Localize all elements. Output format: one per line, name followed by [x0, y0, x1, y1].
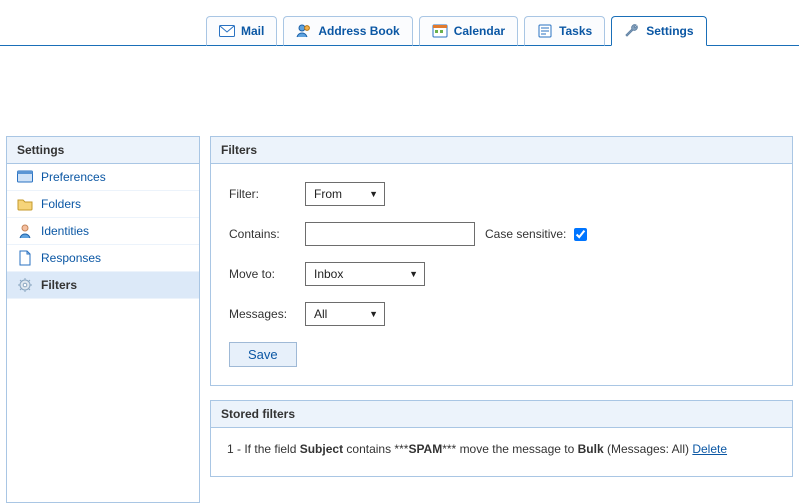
- rule-match: SPAM: [408, 442, 442, 456]
- move-to-value: Inbox: [314, 267, 343, 281]
- filters-card: Filters Filter: From Contains: Case sens…: [210, 136, 793, 386]
- tasks-icon: [537, 23, 553, 39]
- document-icon: [17, 250, 33, 266]
- address-book-icon: [296, 23, 312, 39]
- mail-icon: [219, 24, 235, 38]
- gear-icon: [17, 277, 33, 293]
- rule-mid2: *** move the message to: [442, 442, 577, 456]
- calendar-icon: [432, 23, 448, 39]
- wrench-icon: [624, 23, 640, 39]
- tab-calendar-label: Calendar: [454, 24, 505, 38]
- filter-field-select[interactable]: From: [305, 182, 385, 206]
- tab-address-book[interactable]: Address Book: [283, 16, 412, 46]
- sidebar-item-label: Preferences: [41, 170, 106, 184]
- moveto-label: Move to:: [229, 267, 305, 281]
- stored-filter-row: 1 - If the field Subject contains ***SPA…: [211, 428, 792, 476]
- save-button[interactable]: Save: [229, 342, 297, 367]
- messages-value: All: [314, 307, 327, 321]
- case-sensitive-checkbox[interactable]: [574, 228, 587, 241]
- rule-target: Bulk: [578, 442, 604, 456]
- filter-label: Filter:: [229, 187, 305, 201]
- tab-settings-label: Settings: [646, 24, 693, 38]
- sidebar-item-responses[interactable]: Responses: [7, 245, 199, 272]
- tab-tasks-label: Tasks: [559, 24, 592, 38]
- move-to-select[interactable]: Inbox: [305, 262, 425, 286]
- content-area: Filters Filter: From Contains: Case sens…: [210, 136, 793, 503]
- folder-icon: [17, 196, 33, 212]
- sidebar-item-label: Folders: [41, 197, 81, 211]
- case-sensitive-label: Case sensitive:: [485, 227, 566, 241]
- messages-select[interactable]: All: [305, 302, 385, 326]
- delete-filter-link[interactable]: Delete: [692, 442, 727, 456]
- rule-prefix: - If the field: [234, 442, 300, 456]
- tab-mail[interactable]: Mail: [206, 16, 277, 46]
- top-tabbar: Mail Address Book Calendar Tasks Setting…: [0, 0, 799, 46]
- tab-address-book-label: Address Book: [318, 24, 399, 38]
- tab-calendar[interactable]: Calendar: [419, 16, 518, 46]
- sidebar-item-filters[interactable]: Filters: [7, 272, 199, 299]
- tab-mail-label: Mail: [241, 24, 264, 38]
- sidebar-title: Settings: [7, 137, 199, 164]
- rule-index: 1: [227, 442, 234, 456]
- messages-label: Messages:: [229, 307, 305, 321]
- rule-field: Subject: [300, 442, 343, 456]
- settings-sidebar: Settings Preferences Folders Identities …: [6, 136, 200, 503]
- sidebar-item-label: Filters: [41, 278, 77, 292]
- sidebar-item-label: Responses: [41, 251, 101, 265]
- stored-filters-title: Stored filters: [211, 401, 792, 428]
- filter-field-value: From: [314, 187, 342, 201]
- rule-suffix: (Messages: All): [604, 442, 693, 456]
- filters-title: Filters: [211, 137, 792, 164]
- rule-mid1: contains ***: [343, 442, 408, 456]
- contains-input[interactable]: [305, 222, 475, 246]
- contains-label: Contains:: [229, 227, 305, 241]
- sidebar-item-folders[interactable]: Folders: [7, 191, 199, 218]
- person-icon: [17, 223, 33, 239]
- tab-settings[interactable]: Settings: [611, 16, 706, 46]
- sidebar-item-label: Identities: [41, 224, 89, 238]
- tab-tasks[interactable]: Tasks: [524, 16, 605, 46]
- stored-filters-card: Stored filters 1 - If the field Subject …: [210, 400, 793, 477]
- preferences-icon: [17, 169, 33, 185]
- sidebar-item-preferences[interactable]: Preferences: [7, 164, 199, 191]
- sidebar-item-identities[interactable]: Identities: [7, 218, 199, 245]
